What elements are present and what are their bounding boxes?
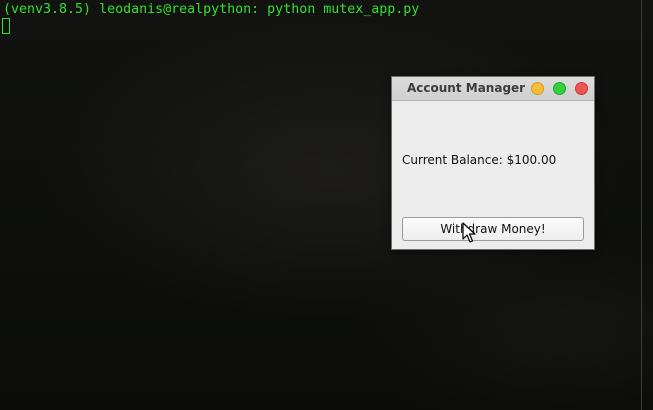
- terminal-cursor: [2, 18, 10, 34]
- withdraw-money-button[interactable]: Withdraw Money!: [402, 217, 584, 241]
- mouse-pointer-icon: [462, 222, 476, 243]
- account-manager-window: Account Manager Current Balance: $100.00…: [392, 77, 594, 249]
- terminal-edge-divider: [641, 0, 642, 410]
- current-balance-label: Current Balance: $100.00: [402, 153, 557, 167]
- close-button[interactable]: [575, 82, 588, 95]
- minimize-button[interactable]: [531, 82, 544, 95]
- maximize-button[interactable]: [553, 82, 566, 95]
- window-titlebar[interactable]: Account Manager: [392, 77, 594, 101]
- terminal-prompt-line: (venv3.8.5) leodanis@realpython: python …: [3, 2, 420, 17]
- window-title: Account Manager: [407, 81, 526, 95]
